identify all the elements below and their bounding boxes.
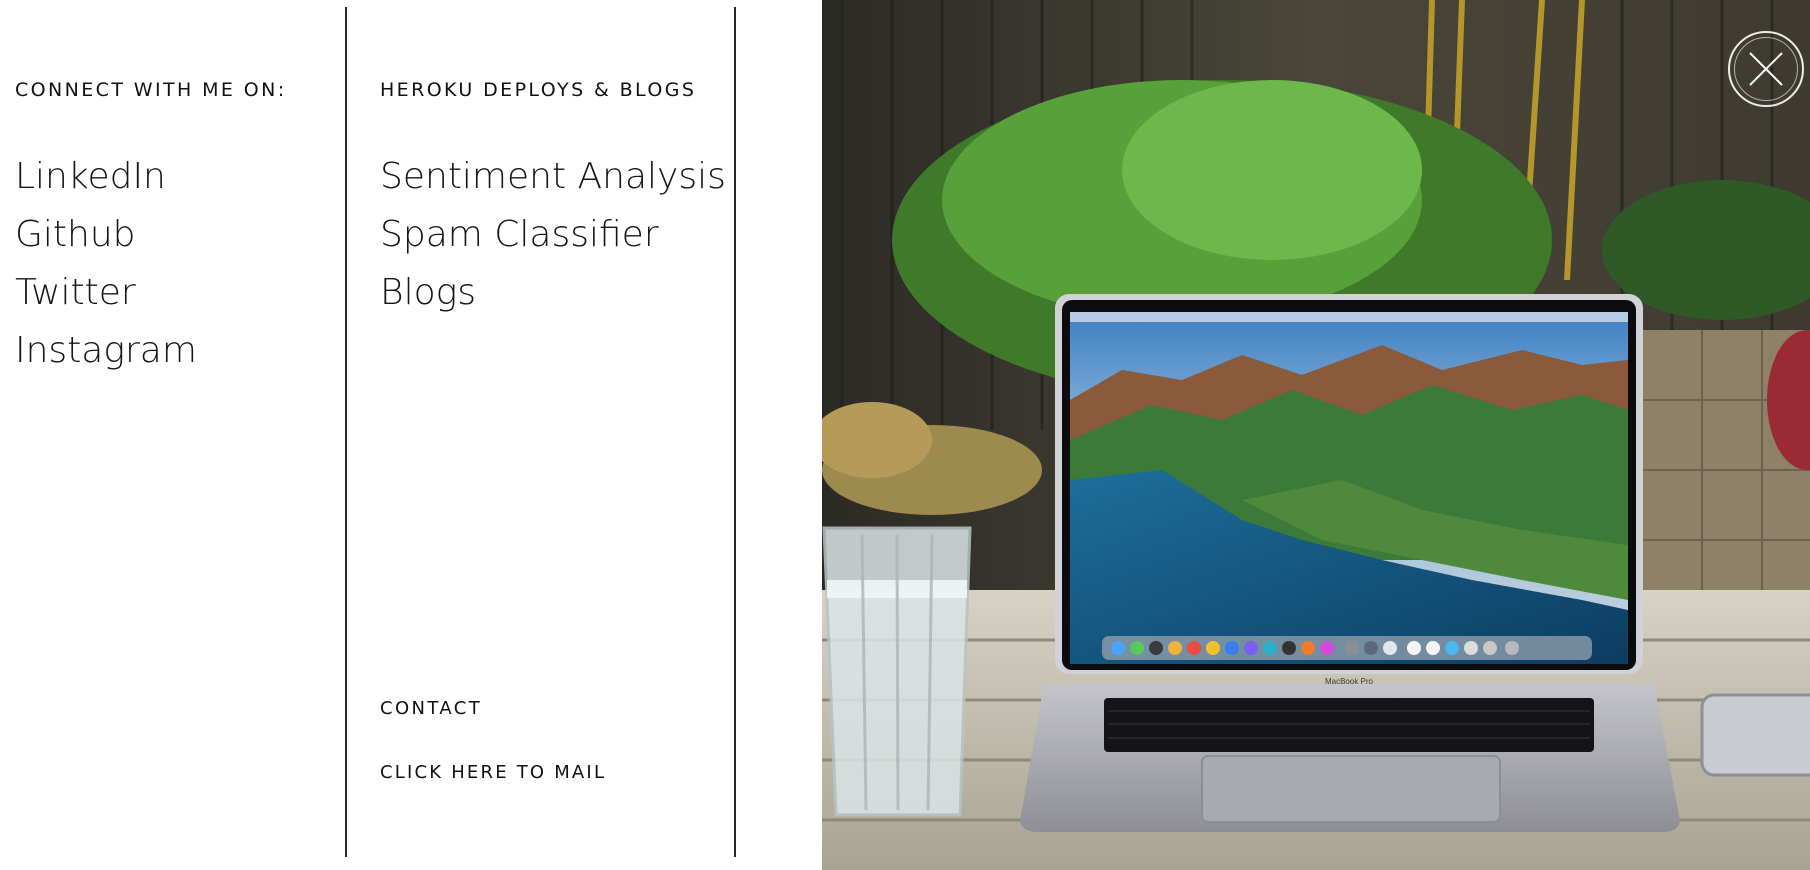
contact-label: CONTACT: [380, 698, 483, 719]
spam-classifier-link[interactable]: Spam Classifier: [380, 206, 726, 264]
column-divider: [345, 7, 347, 857]
sentiment-analysis-link[interactable]: Sentiment Analysis: [380, 148, 726, 206]
projects-link-list: Sentiment Analysis Spam Classifier Blogs: [380, 148, 726, 322]
laptop-label: MacBook Pro: [1325, 677, 1374, 686]
social-link-list: LinkedIn Github Twitter Instagram: [15, 148, 197, 380]
blogs-link[interactable]: Blogs: [380, 264, 726, 322]
social-heading: CONNECT WITH ME ON:: [15, 79, 287, 101]
instagram-link[interactable]: Instagram: [15, 322, 197, 380]
hero-photo: MacBook Pro: [822, 0, 1810, 870]
projects-heading: HEROKU DEPLOYS & BLOGS: [380, 79, 697, 101]
column-divider: [734, 7, 736, 857]
mail-link[interactable]: CLICK HERE TO MAIL: [380, 762, 606, 783]
close-button[interactable]: [1728, 31, 1804, 107]
menu-overlay: CONNECT WITH ME ON: LinkedIn Github Twit…: [0, 0, 1810, 870]
close-icon: [1749, 52, 1783, 86]
github-link[interactable]: Github: [15, 206, 197, 264]
twitter-link[interactable]: Twitter: [15, 264, 197, 322]
laptop-on-table-illustration: MacBook Pro: [822, 0, 1810, 870]
linkedin-link[interactable]: LinkedIn: [15, 148, 197, 206]
